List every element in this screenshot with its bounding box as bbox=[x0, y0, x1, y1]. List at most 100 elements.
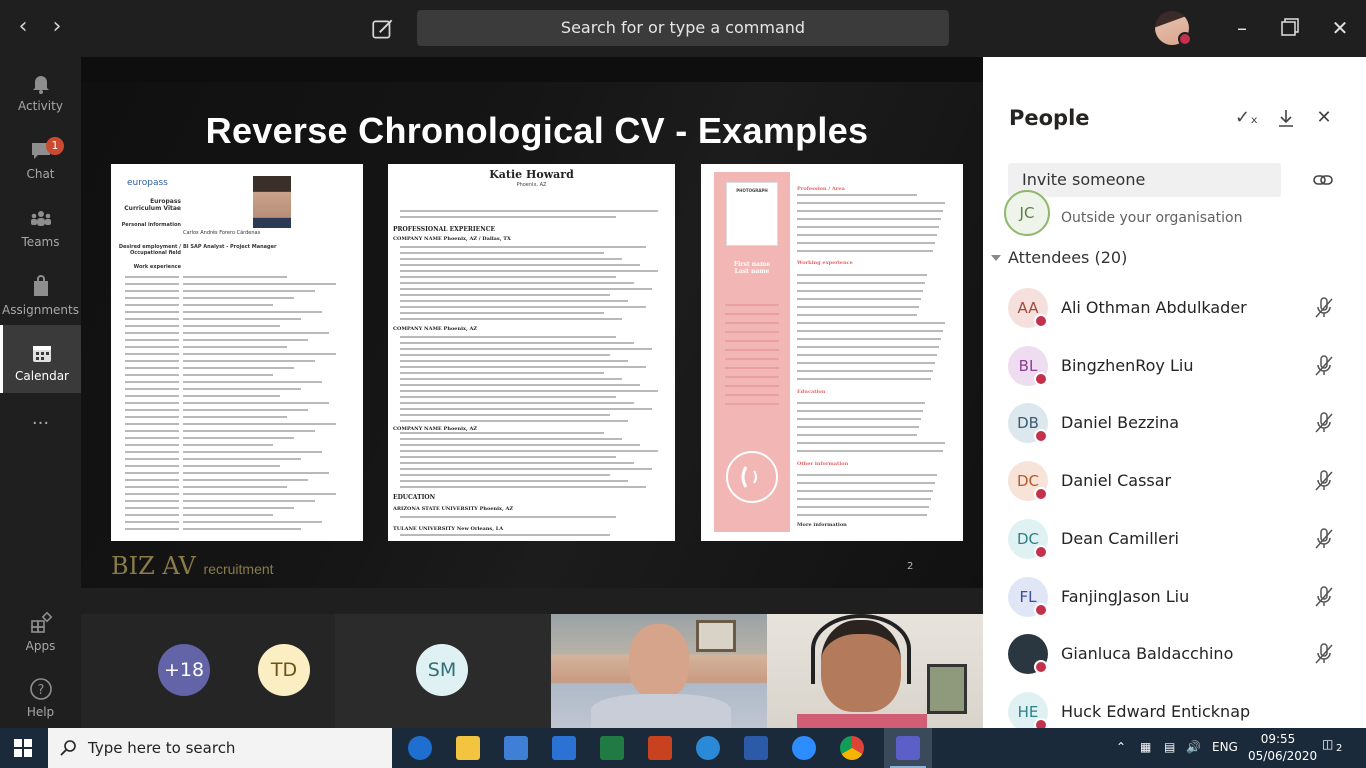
edge-app-icon[interactable] bbox=[396, 728, 444, 768]
compose-icon[interactable] bbox=[370, 16, 396, 42]
forward-arrow-icon[interactable]: › bbox=[44, 14, 70, 40]
rail-item-teams[interactable]: Teams bbox=[0, 199, 81, 265]
cv-text-line bbox=[183, 311, 322, 313]
attendees-collapse-icon[interactable] bbox=[991, 255, 1001, 261]
mic-muted-icon[interactable] bbox=[1313, 296, 1335, 320]
word-icon[interactable] bbox=[732, 728, 780, 768]
call-participant-strip: +18 TD SM bbox=[81, 588, 983, 728]
mic-muted-icon[interactable] bbox=[1313, 354, 1335, 378]
network-icon[interactable]: ▤ bbox=[1164, 740, 1175, 754]
file-explorer-icon[interactable] bbox=[444, 728, 492, 768]
cv-text-line bbox=[725, 376, 779, 378]
cv-text-line bbox=[125, 374, 179, 376]
notification-center-icon[interactable]: ◫ bbox=[1322, 737, 1333, 751]
outside-org-avatar: JC bbox=[1004, 190, 1050, 236]
attendee-name: Gianluca Baldacchino bbox=[1061, 644, 1234, 664]
cv-text-line bbox=[797, 482, 935, 484]
attendee-row[interactable]: Gianluca Baldacchino bbox=[983, 626, 1366, 684]
cv3-more: More information bbox=[797, 522, 847, 528]
store-icon[interactable] bbox=[492, 728, 540, 768]
cv-text-line bbox=[797, 322, 945, 324]
attendee-row[interactable]: DB Daniel Bezzina bbox=[983, 395, 1366, 453]
share-link-icon[interactable] bbox=[1312, 169, 1334, 191]
mic-muted-icon[interactable] bbox=[1313, 469, 1335, 493]
cv-text-line bbox=[125, 290, 179, 292]
windows-start-icon[interactable] bbox=[14, 739, 32, 757]
rail-label: Calendar bbox=[15, 369, 69, 383]
show-hidden-icons[interactable]: ⌃ bbox=[1116, 740, 1126, 754]
cv-text-line bbox=[400, 534, 610, 536]
presence-busy-icon bbox=[1034, 314, 1048, 328]
cv-text-line bbox=[797, 362, 935, 364]
cv-text-line bbox=[400, 366, 646, 368]
internet-explorer-icon[interactable] bbox=[684, 728, 732, 768]
cv-text-line bbox=[400, 486, 646, 488]
cv2-school-1: ARIZONA STATE UNIVERSITY Phoenix, AZ bbox=[393, 506, 514, 512]
cv-text-line bbox=[125, 325, 179, 327]
app-rail: Activity Chat 1 Teams Assignments Calend… bbox=[0, 57, 81, 728]
video-1-shoulders bbox=[591, 694, 731, 728]
zoom-icon[interactable] bbox=[780, 728, 828, 768]
minimize-icon[interactable]: – bbox=[1227, 14, 1257, 42]
title-bar: ‹ › Search for or type a command – ✕ bbox=[0, 0, 1366, 57]
cv-text-line bbox=[725, 322, 779, 324]
cv1-title: Europass Curriculum Vitae bbox=[119, 198, 181, 212]
cv3-other: Other information bbox=[797, 461, 849, 467]
rail-item-calendar[interactable]: Calendar bbox=[0, 325, 81, 393]
back-arrow-icon[interactable]: ‹ bbox=[10, 14, 36, 40]
cv-text-line bbox=[400, 348, 652, 350]
clock-date: 05/06/2020 bbox=[1248, 749, 1318, 763]
mic-muted-icon[interactable] bbox=[1313, 411, 1335, 435]
rail-item-chat[interactable]: Chat 1 bbox=[0, 131, 81, 197]
chrome-icon[interactable] bbox=[828, 728, 876, 768]
mail-icon[interactable] bbox=[540, 728, 588, 768]
taskbar-search-input[interactable]: Type here to search bbox=[48, 728, 392, 768]
excel-icon[interactable] bbox=[588, 728, 636, 768]
cv3-name-line2: Last name bbox=[734, 268, 770, 275]
close-icon[interactable]: ✕ bbox=[1325, 14, 1355, 42]
attendees-header[interactable]: Attendees (20) bbox=[1008, 248, 1127, 267]
download-icon[interactable] bbox=[1275, 107, 1297, 129]
cv-text-line bbox=[400, 336, 616, 338]
cv-text-line bbox=[725, 385, 779, 387]
rail-item-activity[interactable]: Activity bbox=[0, 63, 81, 129]
cv-text-line bbox=[400, 354, 610, 356]
attendee-row[interactable]: DC Dean Camilleri bbox=[983, 511, 1366, 569]
cv-text-line bbox=[400, 456, 616, 458]
rail-item-assignments[interactable]: Assignments bbox=[0, 267, 81, 333]
command-search-input[interactable]: Search for or type a command bbox=[417, 10, 949, 46]
mic-muted-icon[interactable] bbox=[1313, 642, 1335, 666]
attendee-name: BingzhenRoy Liu bbox=[1061, 355, 1194, 375]
more-apps-icon[interactable]: ··· bbox=[0, 413, 81, 439]
cv-text-line bbox=[400, 306, 646, 308]
attendee-row[interactable]: DC Daniel Cassar bbox=[983, 453, 1366, 511]
invite-someone-input[interactable]: Invite someone bbox=[1008, 163, 1281, 197]
mute-all-icon[interactable]: ✓ₓ bbox=[1235, 107, 1258, 129]
restore-icon[interactable] bbox=[1274, 14, 1304, 42]
teams-taskbar-icon[interactable] bbox=[884, 728, 932, 768]
rail-item-apps[interactable]: Apps bbox=[0, 603, 81, 669]
attendee-row[interactable]: FL FanjingJason Liu bbox=[983, 569, 1366, 627]
close-panel-icon[interactable]: ✕ bbox=[1313, 107, 1335, 129]
cv2-company-2: COMPANY NAME Phoenix, AZ bbox=[393, 326, 477, 332]
taskbar-clock[interactable]: 09:55 05/06/2020 bbox=[1248, 731, 1318, 765]
cv-text-line bbox=[400, 462, 634, 464]
mic-muted-icon[interactable] bbox=[1313, 527, 1335, 551]
cv1-name: Carlos Andrés Forero Cárdenas bbox=[183, 230, 261, 236]
rail-item-help[interactable]: ? Help bbox=[0, 669, 81, 735]
volume-icon[interactable]: 🔊 bbox=[1186, 740, 1201, 754]
cv-text-line bbox=[725, 403, 779, 405]
attendee-row[interactable]: AA Ali Othman Abdulkader bbox=[983, 280, 1366, 338]
cv-text-line bbox=[125, 486, 179, 488]
powerpoint-icon[interactable] bbox=[636, 728, 684, 768]
cv-text-line bbox=[183, 514, 273, 516]
attendee-row[interactable]: BL BingzhenRoy Liu bbox=[983, 338, 1366, 396]
battery-icon[interactable]: ▦ bbox=[1140, 740, 1151, 754]
input-language[interactable]: ENG bbox=[1212, 740, 1238, 754]
rail-label: Apps bbox=[25, 639, 56, 653]
mic-muted-icon[interactable] bbox=[1313, 585, 1335, 609]
more-participants-button[interactable]: +18 bbox=[158, 644, 210, 696]
cv-text-line bbox=[400, 246, 646, 248]
cv-text-line bbox=[400, 264, 640, 266]
cv-text-line bbox=[797, 346, 939, 348]
